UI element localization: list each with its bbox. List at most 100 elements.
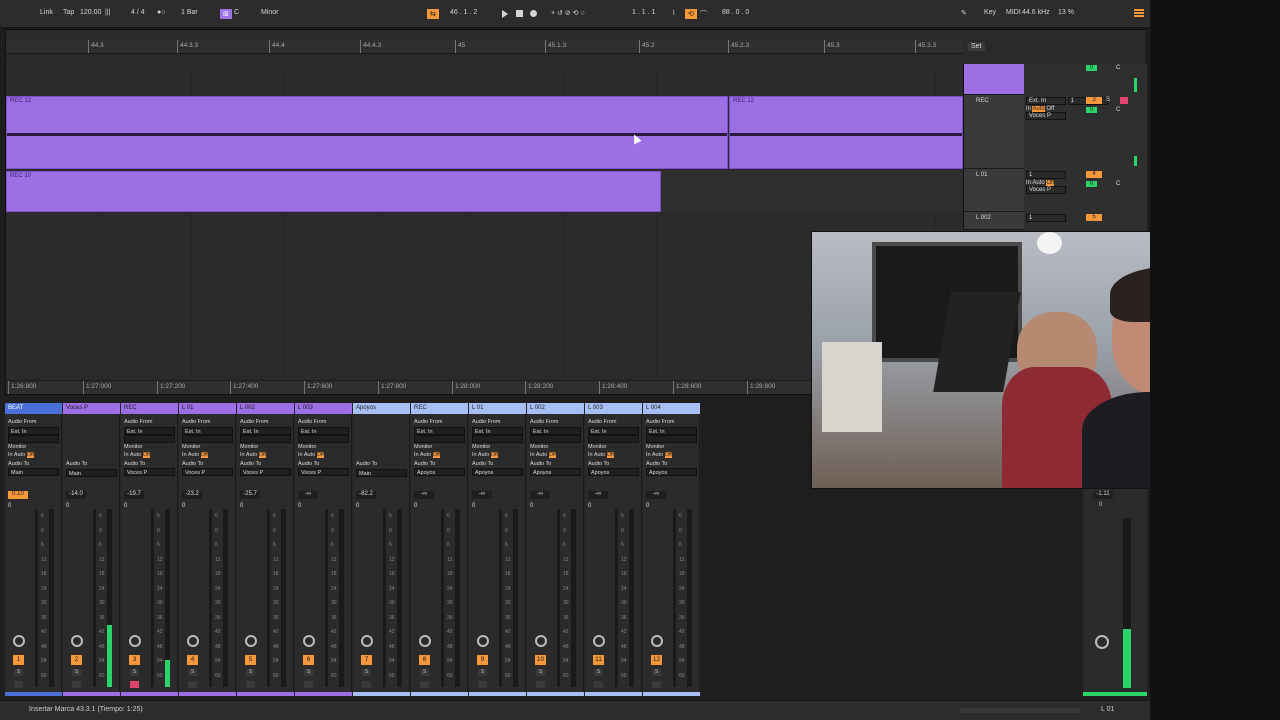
mixer-strip[interactable]: Voces P Audio To Main -14.0 0 6 0 6 12 18 24 3… [63, 403, 120, 696]
monitor-auto[interactable]: Auto [478, 452, 489, 458]
solo-button[interactable]: S [304, 669, 313, 676]
pencil-icon[interactable]: ✎ [961, 9, 967, 17]
pan-knob-icon[interactable] [361, 635, 373, 647]
volume-field[interactable]: -∞ [588, 491, 608, 499]
key-map-button[interactable]: Key [984, 9, 996, 16]
volume-fader[interactable] [383, 509, 386, 687]
output-select[interactable]: Apoyos [646, 468, 697, 476]
track-header-l01[interactable]: L 01 [964, 169, 1024, 212]
input-type-select[interactable]: Ext. In [8, 426, 59, 435]
mixer-strip[interactable]: BEAT Audio From Ext. In Monitor In Auto … [5, 403, 62, 696]
output-select[interactable]: Apoyos [414, 468, 465, 476]
solo-button[interactable]: S [420, 669, 429, 676]
scale-select[interactable]: Minor [261, 9, 279, 16]
input-type-select[interactable]: Ext. In [298, 426, 349, 435]
mixer-strip[interactable]: REC Audio From Ext. In Monitor In Auto O… [411, 403, 468, 696]
master-pan[interactable]: 0 [1099, 502, 1102, 508]
track-volume[interactable]: 0 [1086, 107, 1098, 113]
monitor-auto[interactable]: Auto [188, 452, 199, 458]
time-signature-field[interactable]: 4 / 4 [131, 9, 145, 16]
solo-button[interactable]: S [72, 669, 81, 676]
monitor-in[interactable]: In [182, 452, 187, 458]
audio-clip[interactable]: REC 10 [6, 171, 661, 212]
monitor-in[interactable]: In [298, 452, 303, 458]
track-volume[interactable]: 0 [1086, 65, 1098, 71]
volume-fader[interactable] [441, 509, 444, 687]
channel-select[interactable]: 1 [1026, 214, 1066, 222]
track-title[interactable]: L 002 [527, 403, 584, 414]
solo-button[interactable]: S [246, 669, 255, 676]
monitor-off[interactable]: Off [26, 452, 34, 458]
pan-field[interactable]: 0 [8, 503, 11, 509]
monitor-off[interactable]: Off [142, 452, 150, 458]
group-track-header[interactable] [964, 64, 1024, 95]
output-select[interactable]: Voces P [1026, 186, 1066, 194]
audio-clip[interactable]: REC 12 [729, 96, 963, 169]
track-activator[interactable]: 5 [245, 655, 256, 665]
monitor-auto[interactable]: Auto [130, 452, 141, 458]
tempo-field[interactable]: 120.00 [80, 9, 101, 16]
quantize-menu[interactable]: 1 Bar [181, 9, 198, 16]
track-pan[interactable]: C [1116, 107, 1120, 113]
monitor-in[interactable]: In [414, 452, 419, 458]
monitor-in[interactable]: In [530, 452, 535, 458]
channel-select[interactable]: 1 [1026, 171, 1066, 179]
arm-button[interactable] [594, 681, 603, 688]
volume-fader[interactable] [35, 509, 38, 687]
monitor-auto[interactable]: Auto [536, 452, 547, 458]
monitor-auto[interactable]: Auto [14, 452, 25, 458]
volume-fader[interactable] [499, 509, 502, 687]
solo-button[interactable]: S [130, 669, 139, 676]
arm-button[interactable] [536, 681, 545, 688]
monitor-off[interactable]: Off [548, 452, 556, 458]
arm-button[interactable] [72, 681, 81, 688]
track-pan[interactable]: C [1116, 181, 1120, 187]
arm-button[interactable] [188, 681, 197, 688]
pan-knob-icon[interactable] [535, 635, 547, 647]
volume-fader[interactable] [209, 509, 212, 687]
monitor-auto[interactable]: Auto [246, 452, 257, 458]
output-select[interactable]: Voces P [124, 468, 175, 476]
pan-field[interactable]: 0 [182, 503, 185, 509]
pan-field[interactable]: 0 [472, 503, 475, 509]
output-select[interactable]: Apoyos [530, 468, 581, 476]
volume-fader[interactable] [267, 509, 270, 687]
arm-button[interactable] [362, 681, 371, 688]
solo-button[interactable]: S [652, 669, 661, 676]
input-type-select[interactable]: Ext. In [472, 426, 523, 435]
output-select[interactable]: Voces P [1026, 112, 1066, 120]
volume-fader[interactable] [615, 509, 618, 687]
key-select[interactable]: C [234, 9, 239, 16]
output-select[interactable]: Main [356, 468, 407, 477]
mixer-strip[interactable]: L 002 Audio From Ext. In Monitor In Auto… [527, 403, 584, 696]
track-number[interactable]: 4 [1086, 171, 1102, 178]
monitor-auto[interactable]: Auto [594, 452, 605, 458]
volume-fader[interactable] [151, 509, 154, 687]
track-activator[interactable]: 4 [187, 655, 198, 665]
beat-ruler[interactable]: 44.3 44.3.3 44.4 44.4.3 45 45.1.3 45.2 4… [6, 40, 963, 54]
track-activator[interactable]: 3 [129, 655, 140, 665]
monitor-in[interactable]: In [8, 452, 13, 458]
menu-icon[interactable] [1134, 9, 1144, 17]
track-header-l002[interactable]: L 002 [964, 212, 1024, 230]
pan-field[interactable]: 0 [298, 503, 301, 509]
pan-field[interactable]: 0 [530, 503, 533, 509]
output-select[interactable]: Voces P [240, 468, 291, 476]
arm-button[interactable] [14, 681, 23, 688]
solo-button[interactable]: S [188, 669, 197, 676]
monitor-off[interactable]: Off [664, 452, 672, 458]
track-activator[interactable]: 6 [303, 655, 314, 665]
mixer-strip[interactable]: L 004 Audio From Ext. In Monitor In Auto… [643, 403, 700, 696]
solo-button[interactable]: S [594, 669, 603, 676]
track-title[interactable]: L 002 [237, 403, 294, 414]
input-type-select[interactable]: Ext. In [182, 426, 233, 435]
track-activator[interactable]: 8 [419, 655, 430, 665]
volume-field[interactable]: -25.7 [240, 491, 260, 499]
monitor-off[interactable]: Off [432, 452, 440, 458]
monitor-auto[interactable]: Auto [652, 452, 663, 458]
track-title[interactable]: Voces P [63, 403, 120, 414]
pan-field[interactable]: 0 [588, 503, 591, 509]
monitor-in[interactable]: In [472, 452, 477, 458]
pan-field[interactable]: 0 [124, 503, 127, 509]
pan-field[interactable]: 0 [240, 503, 243, 509]
